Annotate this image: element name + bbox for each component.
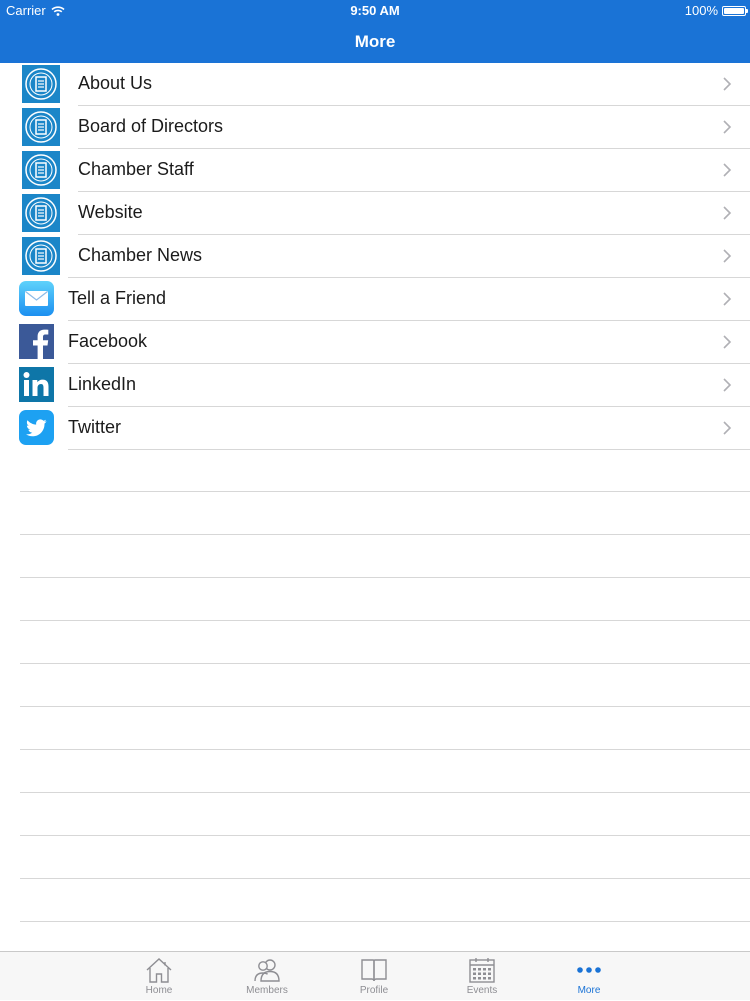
members-icon bbox=[254, 959, 280, 982]
empty-row bbox=[20, 879, 750, 922]
tab-label: Profile bbox=[359, 985, 389, 996]
chamber-logo-icon bbox=[22, 194, 60, 232]
empty-row bbox=[20, 621, 750, 664]
status-bar: Carrier 9:50 AM 100% bbox=[0, 0, 750, 22]
battery-icon bbox=[722, 5, 748, 16]
page-title: More bbox=[354, 32, 396, 51]
chamber-logo-icon bbox=[22, 237, 60, 275]
empty-row bbox=[20, 535, 750, 578]
empty-row bbox=[20, 750, 750, 793]
status-time: 9:50 AM bbox=[350, 3, 400, 18]
chevron-right-icon bbox=[723, 335, 732, 349]
menu-item-label: Tell a Friend bbox=[68, 288, 167, 308]
chevron-right-icon bbox=[723, 378, 732, 392]
menu-item-label: Facebook bbox=[68, 331, 148, 351]
empty-row bbox=[20, 836, 750, 879]
empty-row bbox=[20, 793, 750, 836]
tab-members[interactable]: Members bbox=[222, 952, 312, 1001]
battery-indicator: 100% bbox=[684, 3, 748, 18]
chevron-right-icon bbox=[723, 249, 732, 263]
menu-item-label: Chamber News bbox=[78, 245, 203, 265]
chevron-right-icon bbox=[723, 292, 732, 306]
chevron-right-icon bbox=[723, 421, 732, 435]
tab-events[interactable]: Events bbox=[437, 952, 527, 1001]
menu-item-twitter[interactable]: Twitter bbox=[0, 407, 750, 450]
more-menu-list: About Us Board of Directors Chamber Staf bbox=[0, 63, 750, 450]
menu-item-about-us[interactable]: About Us bbox=[0, 63, 750, 106]
chamber-logo-icon bbox=[22, 65, 60, 103]
navigation-bar: More bbox=[0, 22, 750, 63]
menu-item-chamber-staff[interactable]: Chamber Staff bbox=[0, 149, 750, 192]
chamber-logo-icon bbox=[22, 108, 60, 146]
linkedin-icon bbox=[19, 367, 54, 402]
tab-home[interactable]: Home bbox=[114, 952, 204, 1001]
tab-label: Events bbox=[466, 985, 498, 996]
tab-label: Home bbox=[145, 985, 173, 996]
calendar-icon bbox=[469, 958, 495, 983]
menu-item-label: Twitter bbox=[68, 417, 122, 437]
empty-row bbox=[20, 664, 750, 707]
empty-row bbox=[20, 492, 750, 535]
menu-item-label: About Us bbox=[78, 73, 153, 93]
mail-icon bbox=[19, 281, 54, 316]
tab-label: Members bbox=[246, 985, 288, 996]
tab-bar: Home Members Profile Events More bbox=[0, 951, 750, 1000]
menu-item-linkedin[interactable]: LinkedIn bbox=[0, 364, 750, 407]
more-dots-icon bbox=[577, 967, 601, 973]
chamber-logo-icon bbox=[22, 151, 60, 189]
menu-item-label: Chamber Staff bbox=[78, 159, 194, 179]
empty-row bbox=[20, 707, 750, 750]
menu-item-label: LinkedIn bbox=[68, 374, 137, 394]
menu-item-facebook[interactable]: Facebook bbox=[0, 321, 750, 364]
chevron-right-icon bbox=[723, 77, 732, 91]
facebook-icon bbox=[19, 324, 54, 359]
home-icon bbox=[146, 958, 172, 983]
menu-item-website[interactable]: Website bbox=[0, 192, 750, 235]
profile-book-icon bbox=[361, 959, 387, 982]
battery-percent: 100% bbox=[684, 3, 718, 18]
menu-item-board-of-directors[interactable]: Board of Directors bbox=[0, 106, 750, 149]
chevron-right-icon bbox=[723, 163, 732, 177]
menu-item-tell-a-friend[interactable]: Tell a Friend bbox=[0, 278, 750, 321]
empty-row bbox=[20, 449, 750, 492]
chevron-right-icon bbox=[723, 120, 732, 134]
empty-table-area bbox=[20, 449, 750, 922]
chevron-right-icon bbox=[723, 206, 732, 220]
menu-item-label: Board of Directors bbox=[78, 116, 224, 136]
empty-row bbox=[20, 578, 750, 621]
tab-more[interactable]: More bbox=[544, 952, 634, 1001]
tab-label: More bbox=[577, 985, 601, 996]
menu-item-label: Website bbox=[78, 202, 143, 222]
menu-item-chamber-news[interactable]: Chamber News bbox=[0, 235, 750, 278]
twitter-icon bbox=[19, 410, 54, 445]
tab-profile[interactable]: Profile bbox=[329, 952, 419, 1001]
